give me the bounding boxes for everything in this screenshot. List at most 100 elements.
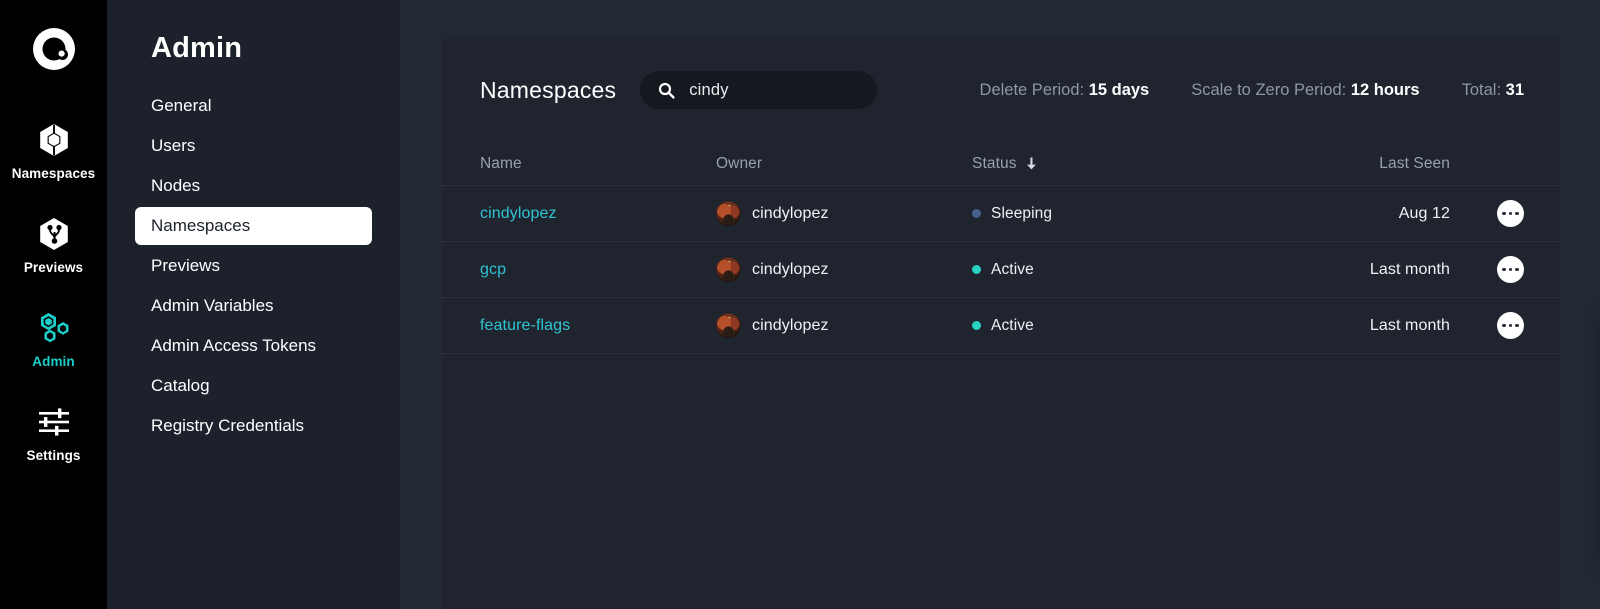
table-header-row: Name Owner Status bbox=[442, 142, 1560, 186]
cell-name: feature-flags bbox=[480, 317, 716, 335]
rail-item-previews[interactable]: Previews bbox=[0, 214, 107, 275]
cell-actions bbox=[1484, 200, 1524, 227]
table-row[interactable]: feature-flags cindylopez Active Last mon… bbox=[442, 298, 1560, 354]
last-seen-text: Aug 12 bbox=[1399, 205, 1450, 222]
owner-name: cindylopez bbox=[752, 317, 829, 335]
dot-3 bbox=[1515, 268, 1518, 271]
sliders-icon bbox=[37, 402, 71, 442]
dot-1 bbox=[1502, 268, 1505, 271]
dot-3 bbox=[1515, 324, 1518, 327]
cell-actions bbox=[1484, 256, 1524, 283]
circle-c-logo-icon[interactable] bbox=[31, 26, 77, 72]
sidebar-nav-list: General Users Nodes Namespaces Previews … bbox=[135, 87, 372, 447]
sidebar-title: Admin bbox=[151, 32, 372, 65]
row-menu-button[interactable] bbox=[1497, 256, 1524, 283]
sidebar-item-users[interactable]: Users bbox=[135, 127, 372, 165]
sidebar-item-general[interactable]: General bbox=[135, 87, 372, 125]
dot-1 bbox=[1502, 212, 1505, 215]
main-content: Namespaces cindy Delete Period: 15 days bbox=[400, 0, 1600, 609]
cell-name: gcp bbox=[480, 261, 716, 279]
app-root: Namespaces Previews bbox=[0, 0, 1600, 609]
cell-actions bbox=[1484, 312, 1524, 339]
git-branch-hexagon-icon bbox=[36, 214, 72, 254]
stat-delete-period: Delete Period: 15 days bbox=[980, 81, 1150, 100]
status-dot bbox=[972, 321, 981, 330]
status-dot bbox=[972, 209, 981, 218]
status-badge: Active bbox=[991, 317, 1034, 335]
sidebar-item-admin-variables[interactable]: Admin Variables bbox=[135, 287, 372, 325]
sidebar-item-nodes[interactable]: Nodes bbox=[135, 167, 372, 205]
search-input[interactable]: cindy bbox=[640, 71, 877, 109]
status-badge: Sleeping bbox=[991, 205, 1052, 223]
status-badge: Active bbox=[991, 261, 1034, 279]
stat-scale-to-zero-period: Scale to Zero Period: 12 hours bbox=[1191, 81, 1419, 100]
cell-last-seen: Aug 12 bbox=[1296, 205, 1484, 223]
dot-2 bbox=[1509, 212, 1512, 215]
last-seen-text: Last month bbox=[1370, 261, 1450, 278]
icon-rail: Namespaces Previews bbox=[0, 0, 107, 609]
owner-name: cindylopez bbox=[752, 205, 829, 223]
namespace-link[interactable]: gcp bbox=[480, 261, 506, 278]
cell-last-seen: Last month bbox=[1296, 317, 1484, 335]
sidebar-item-registry-credentials[interactable]: Registry Credentials bbox=[135, 407, 372, 445]
column-header-last-seen[interactable]: Last Seen bbox=[1296, 155, 1484, 173]
rail-item-admin[interactable]: Admin bbox=[0, 308, 107, 369]
dot-1 bbox=[1502, 324, 1505, 327]
stat-delete-period-label: Delete Period: bbox=[980, 81, 1085, 99]
sidebar-item-catalog[interactable]: Catalog bbox=[135, 367, 372, 405]
last-seen-text: Last month bbox=[1370, 317, 1450, 334]
column-header-status-label: Status bbox=[972, 155, 1017, 173]
namespaces-table: Name Owner Status bbox=[442, 142, 1560, 354]
dot-2 bbox=[1509, 324, 1512, 327]
owner-name: cindylopez bbox=[752, 261, 829, 279]
cell-status: Active bbox=[972, 261, 1296, 279]
admin-sidebar: Admin General Users Nodes Namespaces Pre… bbox=[107, 0, 400, 609]
cell-status: Active bbox=[972, 317, 1296, 335]
rail-label-previews: Previews bbox=[24, 260, 83, 275]
table-row[interactable]: gcp cindylopez Active Last month bbox=[442, 242, 1560, 298]
page-title: Namespaces bbox=[480, 77, 616, 104]
avatar bbox=[716, 313, 741, 338]
dot-2 bbox=[1509, 268, 1512, 271]
stat-scale-to-zero-period-value: 12 hours bbox=[1351, 81, 1420, 99]
rail-item-settings[interactable]: Settings bbox=[0, 402, 107, 463]
avatar bbox=[716, 257, 741, 282]
rail-item-namespaces[interactable]: Namespaces bbox=[0, 120, 107, 181]
cell-status: Sleeping bbox=[972, 205, 1296, 223]
column-header-name[interactable]: Name bbox=[480, 155, 716, 173]
rail-label-admin: Admin bbox=[32, 354, 75, 369]
table-row[interactable]: cindylopez cindylopez Sleeping Aug 12 bbox=[442, 186, 1560, 242]
cell-owner: cindylopez bbox=[716, 313, 972, 338]
card-header: Namespaces cindy Delete Period: 15 days bbox=[442, 38, 1560, 142]
column-header-owner[interactable]: Owner bbox=[716, 155, 972, 173]
row-menu-button[interactable] bbox=[1497, 200, 1524, 227]
dot-3 bbox=[1515, 212, 1518, 215]
sidebar-item-namespaces[interactable]: Namespaces bbox=[135, 207, 372, 245]
stat-total: Total: 31 bbox=[1462, 81, 1524, 100]
namespaces-card: Namespaces cindy Delete Period: 15 days bbox=[442, 38, 1560, 609]
column-header-owner-label: Owner bbox=[716, 155, 762, 173]
rail-label-settings: Settings bbox=[26, 448, 80, 463]
admin-hexagons-icon bbox=[36, 308, 72, 348]
namespace-link[interactable]: feature-flags bbox=[480, 317, 570, 334]
cell-owner: cindylopez bbox=[716, 257, 972, 282]
sidebar-item-previews[interactable]: Previews bbox=[135, 247, 372, 285]
column-header-last-seen-label: Last Seen bbox=[1379, 155, 1450, 172]
avatar bbox=[716, 201, 741, 226]
stat-scale-to-zero-period-label: Scale to Zero Period: bbox=[1191, 81, 1346, 99]
stat-total-value: 31 bbox=[1506, 81, 1524, 99]
rail-label-namespaces: Namespaces bbox=[12, 166, 96, 181]
search-value: cindy bbox=[689, 81, 729, 100]
stat-total-label: Total: bbox=[1462, 81, 1501, 99]
hexagon-cluster-icon bbox=[36, 120, 72, 160]
cell-owner: cindylopez bbox=[716, 201, 972, 226]
sidebar-item-admin-access-tokens[interactable]: Admin Access Tokens bbox=[135, 327, 372, 365]
cell-name: cindylopez bbox=[480, 205, 716, 223]
column-header-name-label: Name bbox=[480, 155, 522, 173]
column-header-status[interactable]: Status bbox=[972, 155, 1296, 173]
row-menu-button[interactable] bbox=[1497, 312, 1524, 339]
stat-delete-period-value: 15 days bbox=[1089, 81, 1150, 99]
cell-last-seen: Last month bbox=[1296, 261, 1484, 279]
namespace-link[interactable]: cindylopez bbox=[480, 205, 557, 222]
search-icon bbox=[658, 82, 675, 99]
